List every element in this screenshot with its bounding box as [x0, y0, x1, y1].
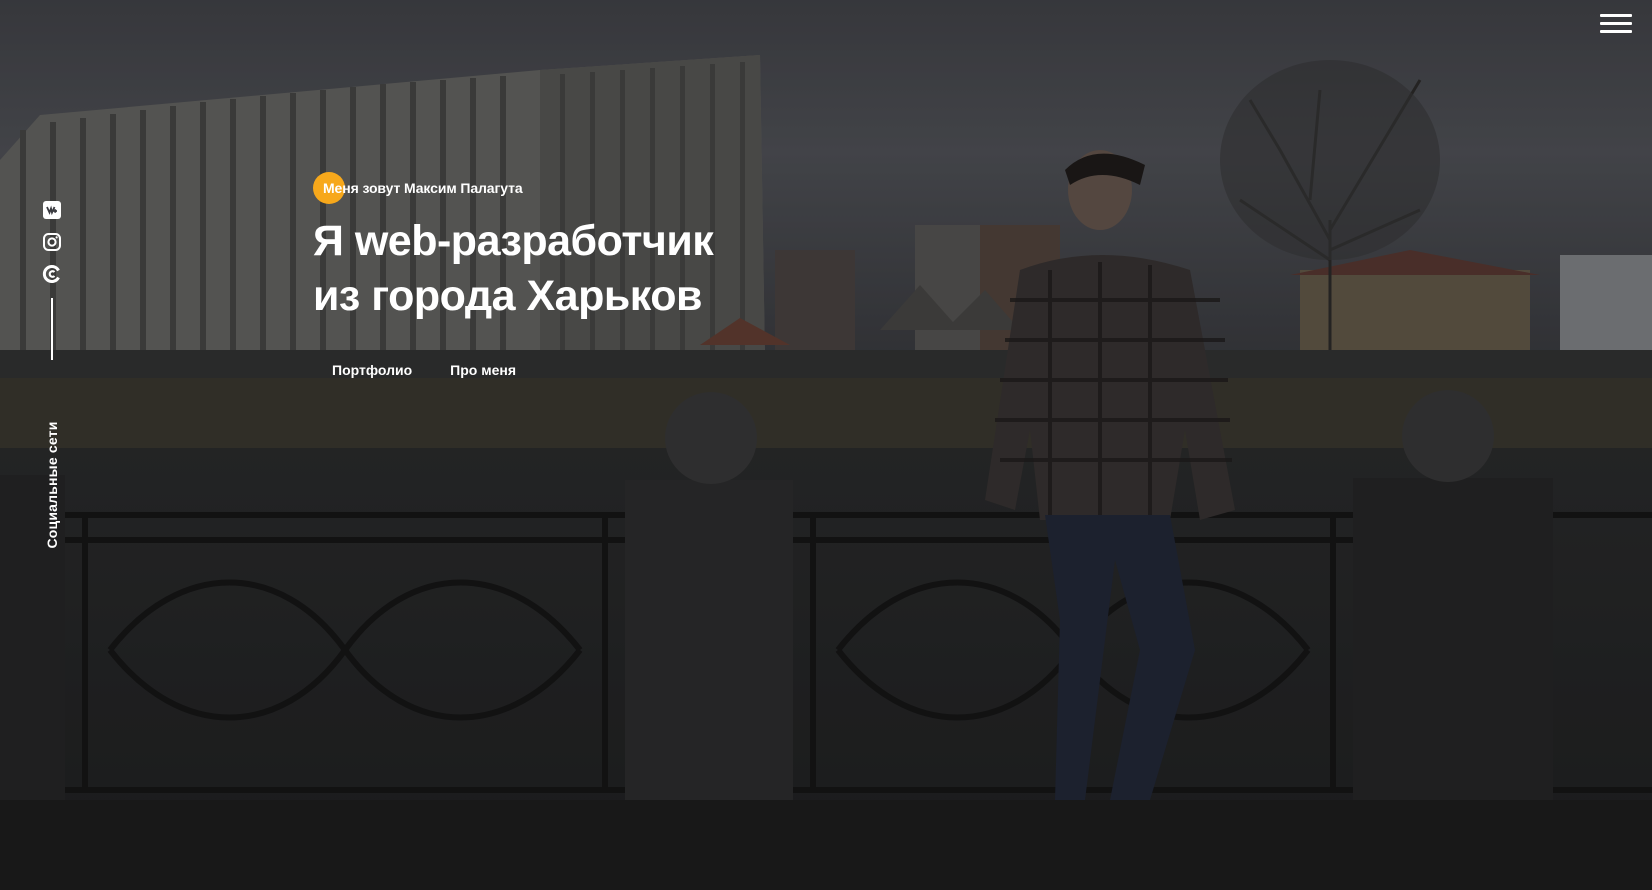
github-icon[interactable]	[42, 264, 62, 284]
headline-line-2: из города Харьков	[313, 272, 702, 320]
menu-line	[1600, 22, 1632, 25]
background-overlay	[0, 0, 1652, 890]
hero-intro: Меня зовут Максим Палагута Я web-разрабо…	[313, 172, 714, 378]
social-divider-line	[51, 298, 53, 360]
about-link[interactable]: Про меня	[450, 362, 516, 378]
social-label: Социальные сети	[44, 421, 60, 549]
social-sidebar: Социальные сети	[38, 200, 66, 549]
hamburger-menu-icon[interactable]	[1600, 14, 1632, 36]
portfolio-link[interactable]: Портфолио	[332, 362, 412, 378]
hero-section: Социальные сети Меня зовут Максим Палагу…	[0, 0, 1652, 890]
headline-line-1: Я web-разработчик	[313, 217, 714, 265]
menu-line	[1600, 14, 1632, 17]
intro-eyebrow: Меня зовут Максим Палагута	[313, 172, 523, 204]
menu-line	[1600, 30, 1632, 33]
instagram-icon[interactable]	[42, 232, 62, 252]
vk-icon[interactable]	[42, 200, 62, 220]
intro-name-text: Меня зовут Максим Палагута	[323, 180, 523, 196]
hero-links: Портфолио Про меня	[332, 362, 713, 378]
page-title: Я web-разработчик из города Харьков	[313, 214, 714, 324]
